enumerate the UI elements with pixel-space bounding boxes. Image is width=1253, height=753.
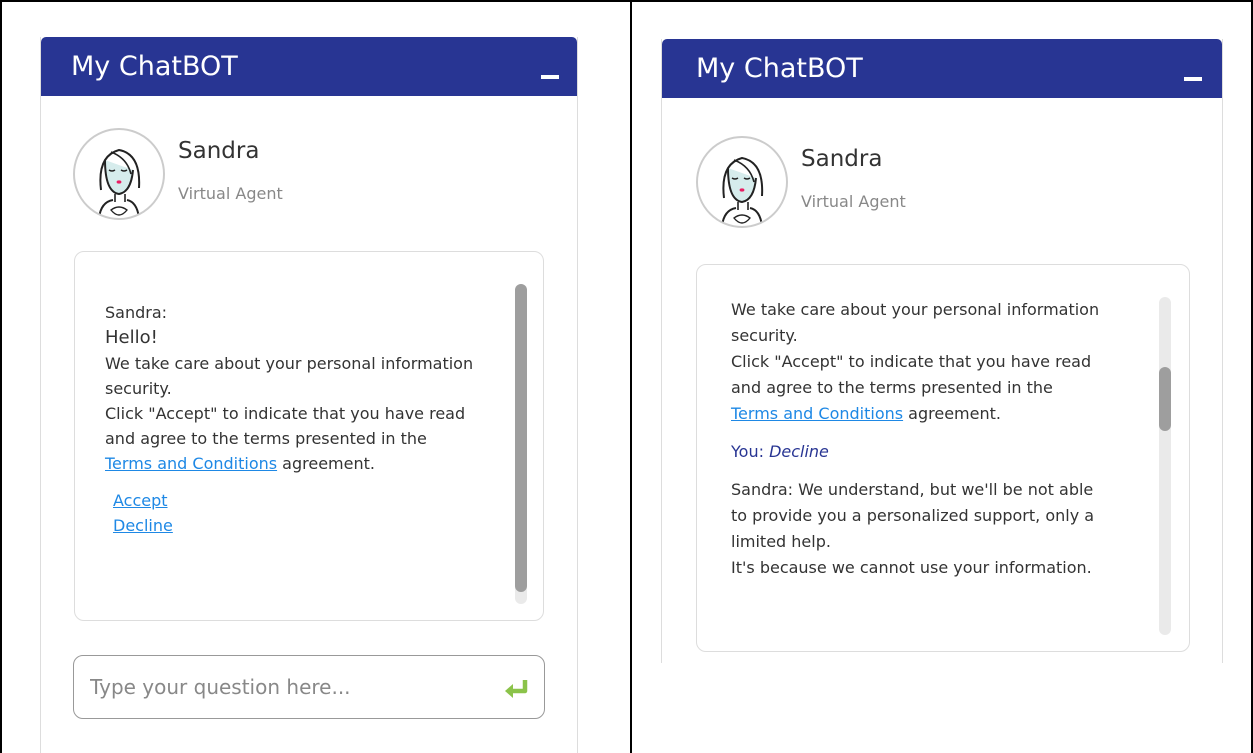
option-list: Accept Decline [113,488,473,538]
message-line: Click "Accept" to indicate that you have… [105,404,466,423]
scrollbar-track[interactable] [1159,297,1171,635]
agent-avatar [696,136,788,228]
user-message: You: Decline [731,439,1099,465]
message-line: Click "Accept" to indicate that you have… [731,352,1092,371]
minimize-icon[interactable] [541,75,559,79]
agent-name: Sandra [801,146,883,172]
agent-name: Sandra [178,138,260,164]
agent-avatar [73,128,165,220]
agent-role: Virtual Agent [178,184,283,203]
agent-avatar-icon [721,156,764,226]
terms-suffix: agreement. [277,454,375,473]
scrollbar-thumb[interactable] [1159,367,1171,431]
message-line: Terms and Conditions agreement. [105,451,473,476]
message-line: and agree to the terms presented in the [105,429,427,448]
you-label: You: [731,442,770,461]
chat-widget-left: My ChatBOT Sandra Virtual Agent Sandra: … [40,37,578,753]
message-list: Sandra: Hello! We take care about your p… [105,300,473,538]
reply-sender: Sandra: [731,480,794,499]
chat-title: My ChatBOT [696,53,863,84]
decline-link[interactable]: Decline [113,516,173,535]
terms-suffix: agreement. [903,404,1001,423]
message-line: It's because we cannot use your informat… [731,558,1092,577]
message-sender: Sandra: [105,303,168,322]
terms-link[interactable]: Terms and Conditions [105,454,277,473]
minimize-icon[interactable] [1184,77,1202,81]
message-list: We take care about your personal informa… [731,297,1099,581]
message-line: security. [105,379,172,398]
accept-link[interactable]: Accept [113,491,168,510]
chat-header: My ChatBOT [662,39,1222,98]
message-line: Sandra: We understand, but we'll be not … [731,477,1099,503]
question-input[interactable] [90,656,480,718]
message-line: We take care about your personal informa… [105,354,474,373]
chat-header: My ChatBOT [41,37,577,96]
messages-box: We take care about your personal informa… [696,264,1190,652]
message-line: to provide you a personalized support, o… [731,506,1095,525]
message-line: security. [731,326,798,345]
chat-widget-right: My ChatBOT Sandra Virtual Agent We take … [661,39,1223,663]
message-line: Terms and Conditions agreement. [731,401,1099,427]
message-greeting: Hello! [105,327,158,348]
scrollbar-thumb[interactable] [515,284,527,592]
agent-role: Virtual Agent [801,192,906,211]
question-input-box [73,655,545,719]
chat-title: My ChatBOT [71,51,238,82]
message-line: limited help. [731,532,831,551]
message-line: and agree to the terms presented in the [731,378,1053,397]
message-line: We take care about your personal informa… [731,300,1100,319]
scrollbar-track[interactable] [515,284,527,604]
you-answer: Decline [769,442,829,461]
messages-box: Sandra: Hello! We take care about your p… [74,251,544,621]
agent-avatar-icon [98,148,141,218]
send-arrow-icon[interactable] [502,674,530,702]
reply-text: We understand, but we'll be not able [793,480,1094,499]
terms-link[interactable]: Terms and Conditions [731,404,903,423]
